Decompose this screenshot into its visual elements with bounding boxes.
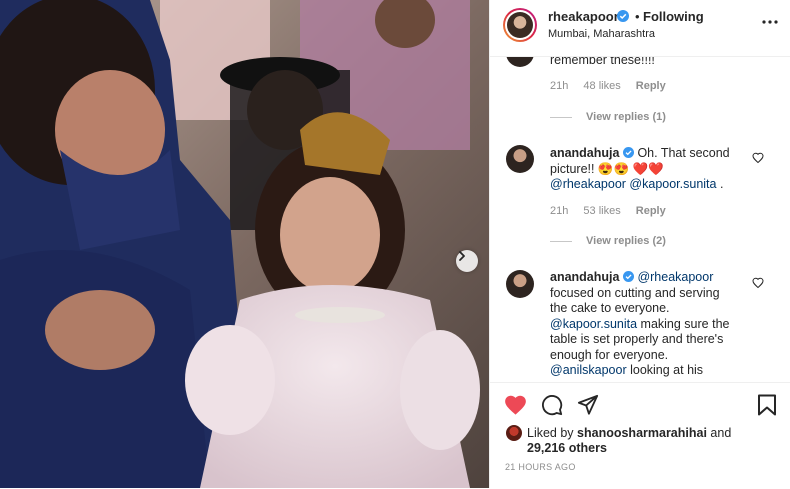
post-timestamp[interactable]: 21 HOURS AGO xyxy=(505,462,576,472)
mention-link[interactable]: @kapoor.sunita xyxy=(550,317,637,331)
post-location[interactable]: Mumbai, Maharashtra xyxy=(548,28,655,40)
comment-username[interactable]: anandahuja xyxy=(550,270,619,284)
verified-icon xyxy=(617,10,629,22)
comment-text-line: making sure the xyxy=(637,316,730,331)
comment-time[interactable]: 21h xyxy=(550,80,568,92)
following-button[interactable]: Following xyxy=(643,9,704,24)
comment-meta: 21h 53 likes Reply xyxy=(550,205,678,217)
post-side-panel: rheakapoor • Following Mumbai, Maharasht… xyxy=(489,0,790,488)
comment-text-line: Oh. That second xyxy=(637,146,730,160)
post-photo[interactable] xyxy=(0,0,489,488)
author-avatar[interactable] xyxy=(503,8,537,42)
commenter-avatar[interactable] xyxy=(506,145,534,173)
mention-link[interactable]: @kapoor.sunita xyxy=(629,177,716,191)
next-photo-button[interactable] xyxy=(456,250,478,272)
comment-icon[interactable] xyxy=(541,394,563,416)
comment-text-line: looking at his xyxy=(626,363,704,377)
comment-body: anandahuja @rheakapoor focused on cuttin… xyxy=(550,270,750,379)
comment-likes[interactable]: 53 likes xyxy=(583,205,620,217)
commenter-avatar[interactable] xyxy=(506,270,534,298)
commenter-avatar[interactable] xyxy=(506,57,534,67)
comment-text-end: . xyxy=(719,177,724,191)
author-username[interactable]: rheakapoor xyxy=(548,9,619,24)
reply-button[interactable]: Reply xyxy=(636,205,666,217)
view-replies-button[interactable]: View replies (2) xyxy=(586,235,666,247)
reply-button[interactable]: Reply xyxy=(636,80,666,92)
mention-link[interactable]: @rheakapoor xyxy=(637,270,713,284)
heart-filled-icon[interactable] xyxy=(504,394,527,416)
comment-text: remember these!!!! xyxy=(550,57,655,67)
comment-text-line: table is set properly and there's xyxy=(550,332,724,346)
verified-icon xyxy=(622,147,634,158)
replies-divider xyxy=(550,241,572,242)
comment-username[interactable]: anandahuja xyxy=(550,146,619,160)
post-header: rheakapoor • Following Mumbai, Maharasht… xyxy=(490,0,790,57)
photo-illustration xyxy=(0,0,489,488)
verified-icon xyxy=(622,271,634,282)
heart-outline-icon[interactable] xyxy=(752,152,764,164)
comments-list[interactable]: remember these!!!! 21h 48 likes Reply Vi… xyxy=(490,57,790,382)
header-separator: • xyxy=(635,9,640,24)
view-replies-button[interactable]: View replies (1) xyxy=(586,111,666,123)
share-icon[interactable] xyxy=(577,394,599,416)
comment-text-line: focused on cutting and serving xyxy=(550,285,720,300)
comment-likes[interactable]: 48 likes xyxy=(583,80,620,92)
comment-meta: 21h 48 likes Reply xyxy=(550,80,678,92)
comment-time[interactable]: 21h xyxy=(550,205,568,217)
more-options-icon[interactable] xyxy=(760,16,780,28)
liked-by-and: and xyxy=(706,426,732,440)
comment-text-line: picture!! 😍😍 ❤️❤️ xyxy=(550,161,664,176)
mention-link[interactable]: @anilskapoor xyxy=(550,363,627,377)
comment-text-line: the cake to everyone. xyxy=(550,301,670,315)
post-actions: Liked by shanoosharmarahihai and 29,216 … xyxy=(490,382,790,489)
heart-outline-icon[interactable] xyxy=(752,277,764,289)
chevron-right-icon xyxy=(459,251,465,261)
comment-text-line: enough for everyone. xyxy=(550,347,669,362)
liked-by-user[interactable]: shanoosharmarahihai xyxy=(577,426,707,440)
bookmark-icon[interactable] xyxy=(757,394,777,416)
likes-count-button[interactable]: 29,216 others xyxy=(527,441,607,455)
liked-by-prefix: Liked by xyxy=(527,426,578,440)
replies-divider xyxy=(550,117,572,118)
liked-by-avatar[interactable] xyxy=(506,425,522,441)
comment-body: anandahuja Oh. That second picture!! 😍😍 … xyxy=(550,146,750,193)
mention-link[interactable]: @rheakapoor xyxy=(550,177,626,191)
liked-by-text: Liked by shanoosharmarahihai and xyxy=(527,425,731,441)
